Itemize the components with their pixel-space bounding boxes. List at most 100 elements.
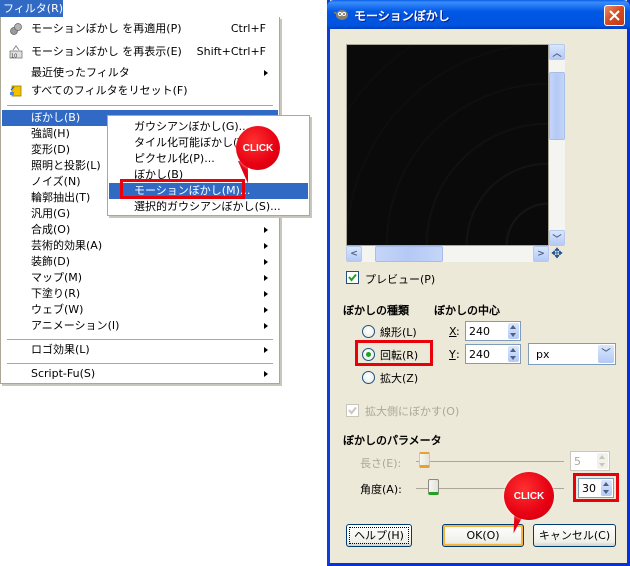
submenu-item-label: 選択的ガウシアンぼかし — [134, 200, 255, 213]
menu-item-label: 装飾 — [31, 255, 53, 268]
length-label: 長さ(E): — [360, 455, 401, 471]
menu-item-mnemonic: (D) — [53, 255, 71, 268]
cancel-button-label: キャンセル — [538, 529, 594, 542]
menu-item-label: ウェブ — [31, 303, 64, 316]
menu-item-reshow[interactable]: 10 モーションぼかし を再表示(E) Shift+Ctrl+F — [2, 44, 278, 60]
scroll-right-button[interactable]: > — [533, 246, 549, 262]
scroll-thumb-vertical[interactable] — [549, 72, 565, 140]
menu-separator — [7, 363, 273, 364]
menu-item-combine[interactable]: 合成(O) — [2, 222, 278, 238]
menu-item-mnemonic: (A) — [86, 239, 103, 252]
radio-zoom-label: 拡大(Z) — [380, 370, 418, 386]
length-label-text: 長さ — [360, 457, 382, 470]
close-button[interactable] — [604, 5, 625, 26]
menu-item-label: 照明と投影 — [31, 159, 86, 172]
length-value: 5 — [574, 455, 581, 468]
blur-outward-label: 拡大側にぼかす(O) — [365, 403, 459, 419]
chevron-down-icon[interactable]: ﹀ — [598, 345, 614, 363]
spin-arrows-icon[interactable] — [597, 453, 608, 469]
menu-item-decor[interactable]: 装飾(D) — [2, 254, 278, 270]
radio-label-text: 拡大 — [380, 372, 402, 385]
preview-canvas[interactable] — [346, 44, 549, 246]
radio-label-text: 線形 — [380, 326, 402, 339]
cancel-button[interactable]: キャンセル(C) — [533, 524, 616, 547]
scroll-left-button[interactable]: < — [346, 246, 362, 262]
menu-item-mnemonic: (R) — [64, 287, 81, 300]
scroll-thumb-horizontal[interactable] — [375, 246, 443, 262]
menu-item-mnemonic: (E) — [166, 45, 182, 58]
menu-item-logos[interactable]: ロゴ効果(L) — [2, 342, 278, 358]
preview-vertical-scrollbar[interactable]: ︿ ﹀ — [549, 44, 565, 246]
menu-item-script-fu[interactable]: Script-Fu(S) — [2, 366, 278, 382]
radio-linear[interactable] — [362, 325, 375, 338]
menu-item-web[interactable]: ウェブ(W) — [2, 302, 278, 318]
menu-item-animation[interactable]: アニメーション(I) — [2, 318, 278, 334]
menu-item-recent-filters[interactable]: 最近使ったフィルタ — [2, 65, 278, 81]
gimp-icon — [333, 10, 348, 20]
menu-separator — [7, 105, 273, 106]
menu-item-reapply[interactable]: モーションぼかし を再適用(P) Ctrl+F — [2, 21, 278, 37]
submenu-item-selective-gaussian-blur[interactable]: 選択的ガウシアンぼかし(S)... — [109, 199, 308, 215]
menu-item-mnemonic: (G) — [53, 207, 71, 220]
radio-zoom[interactable] — [362, 371, 375, 384]
checkmark-icon — [348, 273, 357, 282]
spin-arrows-icon[interactable] — [508, 323, 519, 339]
center-y-spinbox[interactable]: 240 — [465, 344, 521, 364]
click-bubble-label: CLICK — [513, 490, 545, 502]
radio-mnemonic: (Z) — [402, 372, 419, 385]
preview-mnemonic: (P) — [420, 273, 436, 286]
menu-item-reset-filters[interactable]: すべてのフィルタをリセット(F) — [2, 83, 278, 99]
menu-item-label: すべてのフィルタをリセット — [31, 84, 173, 97]
submenu-item-label: タイル化可能ぼかし — [134, 136, 233, 149]
preview-horizontal-scrollbar[interactable]: < > — [346, 246, 549, 262]
scroll-up-button[interactable]: ︿ — [549, 44, 565, 60]
unit-select[interactable]: px ﹀ — [528, 343, 616, 365]
submenu-arrow-icon — [264, 227, 268, 233]
reshow-filter-icon: 10 — [9, 45, 23, 59]
length-spinbox[interactable]: 5 — [570, 451, 610, 471]
menu-item-label: アニメーション — [31, 319, 108, 332]
scroll-down-button[interactable]: ﹀ — [549, 230, 565, 246]
highlight-motion-blur — [120, 179, 245, 199]
menu-item-label: 最近使ったフィルタ — [31, 66, 130, 79]
help-button[interactable]: ヘルプ(H) — [346, 524, 412, 547]
menu-item-label: 下塗り — [31, 287, 64, 300]
unit-value: px — [536, 348, 550, 361]
click-bubble-label: CLICK — [242, 142, 274, 154]
chevron-right-icon: > — [537, 249, 545, 259]
menu-item-mnemonic: (H) — [53, 127, 70, 140]
menu-filters[interactable]: フィルタ(R) — [0, 0, 63, 17]
length-mnemonic: (E): — [382, 457, 402, 470]
menu-separator — [7, 339, 273, 340]
menu-item-artistic[interactable]: 芸術的効果(A) — [2, 238, 278, 254]
shortcut-text: Ctrl+F — [230, 22, 266, 35]
menu-item-map[interactable]: マップ(M) — [2, 270, 278, 286]
menu-item-label: モーションぼかし を再適用 — [31, 22, 167, 35]
angle-mnemonic: (A): — [382, 483, 402, 496]
close-icon — [609, 10, 620, 21]
menu-filters-mnemonic: (R) — [46, 2, 64, 15]
length-slider-thumb[interactable] — [418, 452, 430, 468]
submenu-arrow-icon — [264, 259, 268, 265]
help-button-label: ヘルプ — [354, 529, 388, 542]
submenu-item-gaussian-blur[interactable]: ガウシアンぼかし(G)... — [109, 119, 308, 135]
reapply-filter-icon — [10, 23, 22, 35]
spin-arrows-icon[interactable] — [508, 346, 519, 362]
params-heading: ぼかしのパラメータ — [343, 434, 442, 447]
blur-outward-checkbox[interactable] — [346, 404, 359, 417]
angle-slider-thumb[interactable] — [427, 479, 439, 495]
preview-checkbox[interactable] — [346, 271, 359, 284]
menu-item-render[interactable]: 下塗り(R) — [2, 286, 278, 302]
click-bubble: CLICK — [504, 472, 554, 520]
length-slider-track[interactable] — [416, 461, 564, 462]
center-x-spinbox[interactable]: 240 — [465, 321, 521, 341]
navigate-move-icon[interactable]: ✥ — [549, 246, 565, 262]
radio-mnemonic: (L) — [402, 326, 417, 339]
dialog-titlebar[interactable]: モーションぼかし — [327, 0, 630, 29]
menu-item-mnemonic: (P) — [166, 22, 182, 35]
blur-center-heading: ぼかしの中心 — [434, 304, 500, 317]
blur-outward-mnemonic: (O) — [442, 405, 460, 418]
menu-item-label: ロゴ効果 — [31, 343, 75, 356]
menu-item-mnemonic: (L) — [75, 343, 90, 356]
cancel-button-mnemonic: (C) — [593, 529, 611, 542]
